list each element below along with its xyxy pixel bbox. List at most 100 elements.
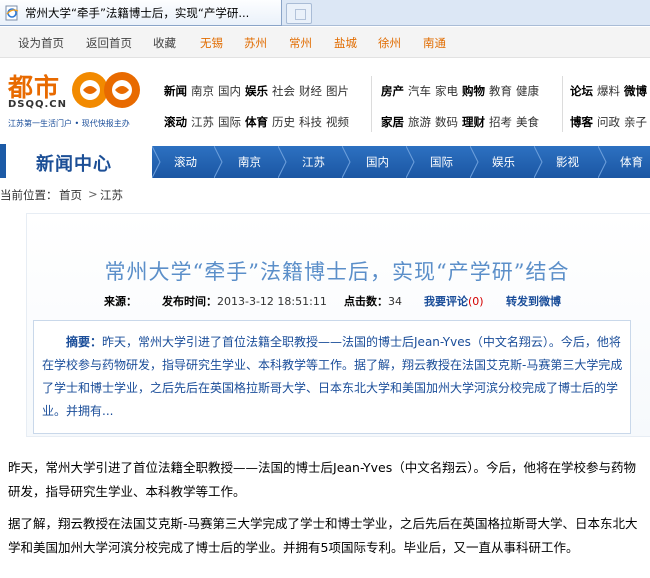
chevron-divider-icon xyxy=(406,146,415,178)
nav-link-money[interactable]: 理财 xyxy=(462,115,485,129)
channel-tab-film[interactable]: 影视 xyxy=(556,154,579,170)
channel-tab-rolling[interactable]: 滚动 xyxy=(174,154,197,170)
nav-row-blog: 博客 问政 亲子 xyxy=(570,114,650,130)
article-title: 常州大学“牵手”法籍博士后，实现“产学研”结合 xyxy=(104,260,570,284)
nav-link-history[interactable]: 历史 xyxy=(272,115,295,129)
new-tab-button[interactable] xyxy=(286,3,312,24)
channel-tab-domestic[interactable]: 国内 xyxy=(366,154,389,170)
nav-link-nanjing[interactable]: 南京 xyxy=(191,84,214,98)
source-label: 来源： xyxy=(104,295,137,308)
chevron-divider-icon xyxy=(534,146,543,178)
article-time: 发布时间：2013-3-12 18:51:11 xyxy=(162,293,327,309)
chevron-divider-icon xyxy=(278,146,287,178)
nav-link-travel[interactable]: 旅游 xyxy=(408,115,431,129)
chevron-divider-icon xyxy=(598,146,607,178)
nav-link-education[interactable]: 教育 xyxy=(489,84,512,98)
nav-link-jiangsu[interactable]: 江苏 xyxy=(191,115,214,129)
favorite-link[interactable]: 收藏 xyxy=(153,35,176,51)
nav-link-parenting[interactable]: 亲子 xyxy=(624,115,647,129)
nav-link-news[interactable]: 新闻 xyxy=(164,84,187,98)
nav-row-rolling: 滚动 江苏 国际 体育 历史 科技 视频 xyxy=(164,114,353,130)
city-link-changzhou[interactable]: 常州 xyxy=(289,35,312,51)
comment-label[interactable]: 我要评论 xyxy=(424,295,468,308)
nav-row-news: 新闻 南京 国内 娱乐 社会 财经 图片 xyxy=(164,83,353,99)
nav-link-finance[interactable]: 财经 xyxy=(299,84,322,98)
city-link-wuxi[interactable]: 无锡 xyxy=(200,35,223,51)
nav-link-rolling[interactable]: 滚动 xyxy=(164,115,187,129)
breadcrumb: 当前位置： 首页 > 江苏 xyxy=(0,185,650,205)
nav-link-digital[interactable]: 数码 xyxy=(435,115,458,129)
breadcrumb-prefix: 当前位置： xyxy=(0,188,58,202)
nav-link-blog[interactable]: 博客 xyxy=(570,115,593,129)
set-homepage-link[interactable]: 设为首页 xyxy=(18,35,64,51)
nav-link-video[interactable]: 视频 xyxy=(326,115,349,129)
channel-tab-jiangsu[interactable]: 江苏 xyxy=(302,154,325,170)
nav-link-entertainment[interactable]: 娱乐 xyxy=(245,84,268,98)
city-link-nantong[interactable]: 南通 xyxy=(423,35,446,51)
summary-text: 昨天，常州大学引进了首位法籍全职教授——法国的博士后Jean-Yves（中文名翔… xyxy=(42,335,623,418)
browser-tab-strip: 常州大学“牵手”法籍博士后，实现“产学研... xyxy=(0,0,650,26)
article-summary: 摘要：昨天，常州大学引进了首位法籍全职教授——法国的博士后Jean-Yves（中… xyxy=(34,331,632,423)
share-label[interactable]: 转发到微博 xyxy=(506,295,561,308)
article-paragraph: 据了解，翔云教授在法国艾克斯-马赛第三大学完成了学士和博士学业，之后先后在英国格… xyxy=(8,516,638,555)
comment-count: (0) xyxy=(468,295,484,308)
nav-link-domestic[interactable]: 国内 xyxy=(218,84,241,98)
city-link-yancheng[interactable]: 盐城 xyxy=(334,35,357,51)
summary-label: 摘要： xyxy=(66,335,103,349)
nav-link-weibo[interactable]: 微博 xyxy=(624,84,647,98)
channel-nav: 滚动 南京 江苏 国内 国际 娱乐 影视 体育 xyxy=(152,146,650,178)
channel-tab-international[interactable]: 国际 xyxy=(430,154,453,170)
nav-link-exam[interactable]: 招考 xyxy=(489,115,512,129)
chevron-divider-icon xyxy=(152,146,161,178)
nav-link-society[interactable]: 社会 xyxy=(272,84,295,98)
nav-divider xyxy=(371,76,372,132)
back-home-link[interactable]: 返回首页 xyxy=(86,35,132,51)
breadcrumb-current[interactable]: 江苏 xyxy=(100,187,123,203)
nav-link-health[interactable]: 健康 xyxy=(516,84,539,98)
nav-link-photos[interactable]: 图片 xyxy=(326,84,349,98)
nav-link-tech[interactable]: 科技 xyxy=(299,115,322,129)
nav-link-politics[interactable]: 问政 xyxy=(597,115,620,129)
mascot-logo-icon xyxy=(72,72,140,108)
top-links-bar: 设为首页 返回首页 收藏 无锡 苏州 常州 盐城 徐州 南通 xyxy=(0,27,650,58)
channel-title-box: 新闻中心 xyxy=(0,144,160,178)
time-label: 发布时间： xyxy=(162,295,217,308)
channel-tab-nanjing[interactable]: 南京 xyxy=(238,154,261,170)
nav-row-forum: 论坛 爆料 微博 xyxy=(570,83,650,99)
city-link-xuzhou[interactable]: 徐州 xyxy=(378,35,401,51)
chevron-divider-icon xyxy=(214,146,223,178)
nav-link-home[interactable]: 家居 xyxy=(381,115,404,129)
browser-tab-title: 常州大学“牵手”法籍博士后，实现“产学研... xyxy=(25,5,250,20)
nav-link-shopping[interactable]: 购物 xyxy=(462,84,485,98)
channel-title[interactable]: 新闻中心 xyxy=(36,150,112,176)
site-logo[interactable]: 都市 DSQQ.CN 江苏第一生活门户 • 现代快报主办 xyxy=(4,66,148,134)
chevron-divider-icon xyxy=(342,146,351,178)
nav-link-sports[interactable]: 体育 xyxy=(245,115,268,129)
channel-tab-sports[interactable]: 体育 xyxy=(620,154,643,170)
nav-link-tipoff[interactable]: 爆料 xyxy=(597,84,620,98)
share-weibo-link[interactable]: 转发到微博 xyxy=(506,293,561,309)
site-header: 都市 DSQQ.CN 江苏第一生活门户 • 现代快报主办 新闻 南京 国内 娱乐 社会财… xyxy=(0,58,650,140)
city-link-suzhou[interactable]: 苏州 xyxy=(244,35,267,51)
hits-label: 点击数： xyxy=(344,295,388,308)
browser-tab[interactable]: 常州大学“牵手”法籍博士后，实现“产学研... xyxy=(0,0,282,26)
nav-link-international[interactable]: 国际 xyxy=(218,115,241,129)
channel-bar: 新闻中心 滚动 南京 江苏 国内 国际 娱乐 影视 体育 xyxy=(0,140,650,178)
breadcrumb-home-link[interactable]: 首页 xyxy=(59,187,82,203)
logo-url: DSQQ.CN xyxy=(8,99,68,110)
article-paragraph: 昨天，常州大学引进了首位法籍全职教授——法国的博士后Jean-Yves（中文名翔… xyxy=(8,460,636,499)
channel-tab-entertainment[interactable]: 娱乐 xyxy=(492,154,515,170)
nav-link-food[interactable]: 美食 xyxy=(516,115,539,129)
hits-value: 34 xyxy=(388,295,402,308)
nav-divider xyxy=(562,76,563,132)
nav-link-auto[interactable]: 汽车 xyxy=(408,84,431,98)
article-source: 来源： xyxy=(104,293,137,309)
time-value: 2013-3-12 18:51:11 xyxy=(217,295,327,308)
chevron-divider-icon xyxy=(470,146,479,178)
nav-link-house[interactable]: 房产 xyxy=(381,84,404,98)
logo-slogan: 江苏第一生活门户 • 现代快报主办 xyxy=(8,119,130,128)
nav-link-appliance[interactable]: 家电 xyxy=(435,84,458,98)
article-hits: 点击数：34 xyxy=(344,293,402,309)
nav-link-forum[interactable]: 论坛 xyxy=(570,84,593,98)
comment-link[interactable]: 我要评论(0) xyxy=(424,293,484,309)
